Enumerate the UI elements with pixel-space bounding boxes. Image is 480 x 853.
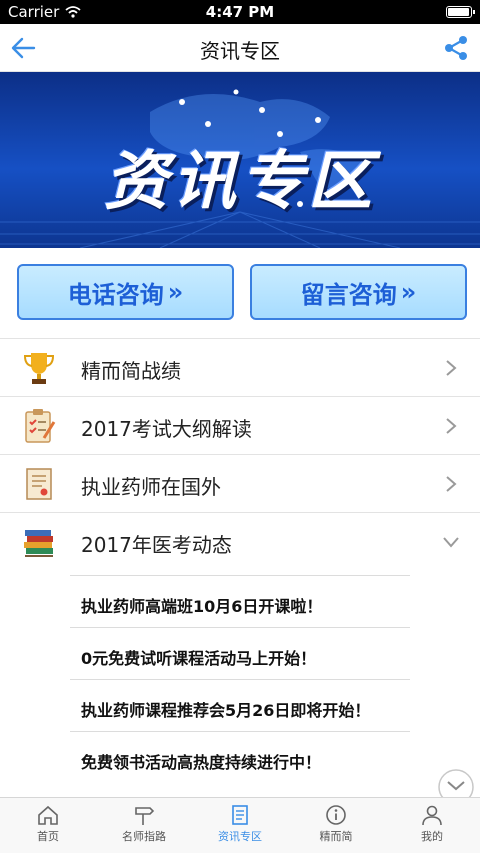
list-item-exam-news[interactable]: 2017年医考动态 [0,512,480,570]
tab-label: 资讯专区 [218,830,262,843]
tab-label: 精而简 [319,830,353,843]
user-icon [422,805,442,826]
info-list: 精而简战绩 2017考试大纲解读 执业药师在国外 2017年医考动态 [0,338,480,570]
consult-row: 电话咨询 » 留言咨询 » [0,248,480,338]
chevron-right-icon [446,360,457,376]
tab-news[interactable]: 资讯专区 [192,798,288,853]
list-item-achievements[interactable]: 精而简战绩 [0,338,480,396]
news-item[interactable]: 执业药师课程推荐会5月26日即将开始！ [70,679,410,731]
share-icon[interactable] [440,32,472,64]
news-item[interactable]: 0元免费试听课程活动马上开始！ [70,627,410,679]
list-item-syllabus[interactable]: 2017考试大纲解读 [0,396,480,454]
certificate-icon [26,468,52,500]
phone-consult-button[interactable]: 电话咨询 » [17,264,234,320]
info-icon [326,805,346,825]
list-item-abroad[interactable]: 执业药师在国外 [0,454,480,512]
signpost-icon [135,807,155,825]
list-item-label: 执业药师在国外 [81,475,221,499]
books-icon [24,530,53,557]
chevron-right-icon [446,476,457,492]
phone-consult-label: 电话咨询 [67,280,164,309]
chevron-right-icon [446,418,457,434]
news-sublist: 执业药师高端班10月6日开课啦！ 0元免费试听课程活动马上开始！ 执业药师课程推… [70,575,410,783]
tab-mine[interactable]: 我的 [384,798,480,853]
list-item-label: 2017考试大纲解读 [81,417,252,441]
banner: 资讯专区 [0,72,480,248]
double-chevron-right-icon: » [167,278,184,306]
status-bar: Carrier 4:47 PM [0,0,480,24]
list-item-label: 2017年医考动态 [81,533,232,557]
scroll-down-icon[interactable] [437,768,475,798]
double-chevron-right-icon: » [400,278,417,306]
chevron-down-icon [443,537,459,548]
tab-label: 名师指路 [122,830,166,843]
status-time: 4:47 PM [205,3,275,21]
tab-label: 首页 [37,830,59,843]
message-consult-label: 留言咨询 [300,280,397,309]
message-consult-button[interactable]: 留言咨询 » [250,264,467,320]
news-item[interactable]: 免费领书活动高热度持续进行中！ [70,731,410,783]
nav-bar: 资讯专区 [0,24,480,72]
list-item-label: 精而简战绩 [81,359,181,383]
news-item[interactable]: 执业药师高端班10月6日开课啦！ [70,575,410,627]
battery-icon [446,6,475,18]
tab-label: 我的 [421,830,443,843]
checklist-icon [25,409,56,443]
banner-title: 资讯专区 [104,145,376,219]
home-icon [38,805,58,825]
trophy-icon [23,353,55,384]
tab-bar: 首页 名师指路 资讯专区 精而简 我的 [0,797,480,853]
tab-jingerjian[interactable]: 精而简 [288,798,384,853]
tab-teacher-guide[interactable]: 名师指路 [96,798,192,853]
document-icon [232,805,248,825]
tab-home[interactable]: 首页 [0,798,96,853]
page-title: 资讯专区 [200,39,280,63]
